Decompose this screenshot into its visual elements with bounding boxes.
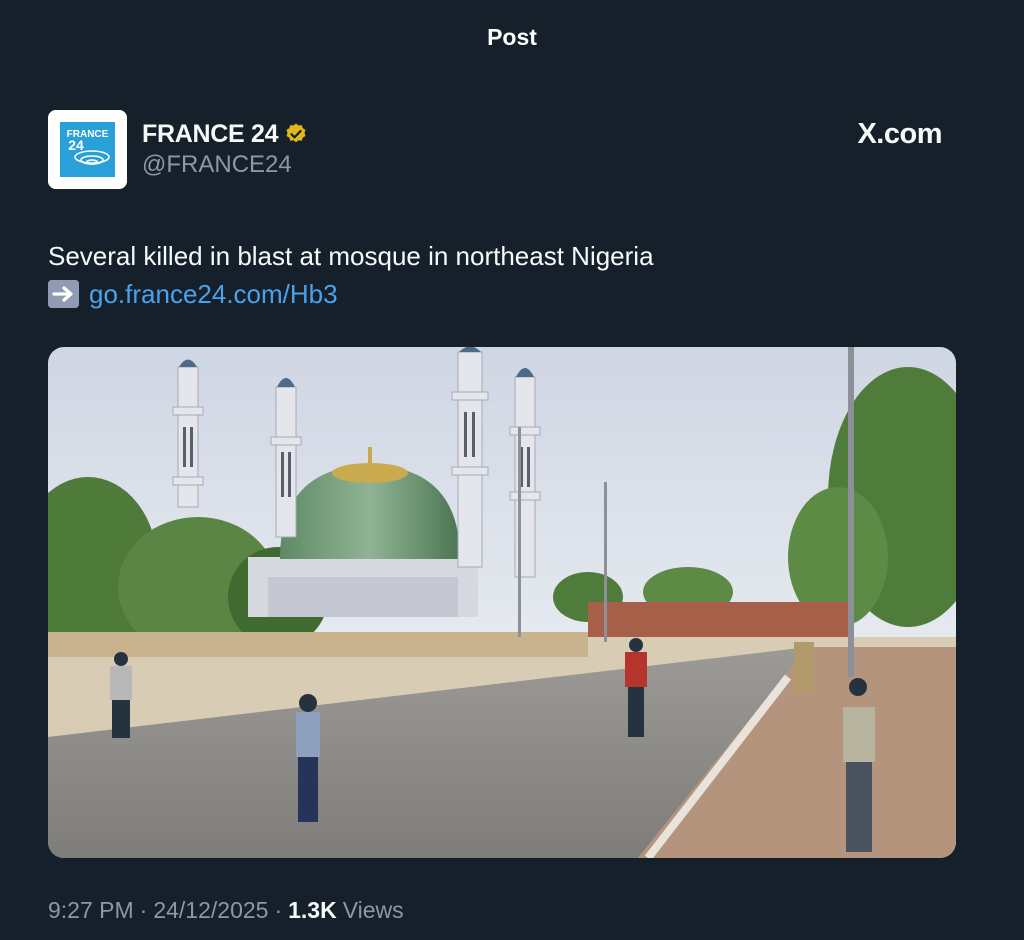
mosque-street-photo	[48, 347, 956, 858]
post-link-row: go.france24.com/Hb3	[48, 275, 948, 313]
author-name[interactable]: FRANCE 24	[142, 120, 279, 149]
post-meta: 9:27 PM · 24/12/2025 · 1.3K Views	[48, 897, 404, 924]
post-body: Several killed in blast at mosque in nor…	[48, 237, 948, 313]
views-label: Views	[342, 897, 404, 923]
x-logo-label: X.com	[857, 118, 942, 150]
post-link[interactable]: go.france24.com/Hb3	[89, 275, 338, 313]
post-image[interactable]	[48, 347, 956, 858]
avatar[interactable]: FRANCE 24	[48, 110, 127, 189]
svg-text:24: 24	[68, 137, 84, 153]
right-arrow-emoji-icon	[48, 280, 79, 308]
post-date[interactable]: 24/12/2025	[153, 897, 268, 924]
post-time[interactable]: 9:27 PM	[48, 897, 134, 924]
meta-separator: ·	[274, 897, 283, 923]
x-com-label: X.com	[857, 118, 942, 151]
page-title: Post	[487, 24, 537, 50]
author-handle[interactable]: @FRANCE24	[142, 151, 292, 179]
france24-logo-icon: FRANCE 24	[48, 110, 127, 189]
meta-separator: ·	[139, 897, 148, 923]
author-name-row[interactable]: FRANCE 24	[142, 118, 308, 150]
post-text: Several killed in blast at mosque in nor…	[48, 241, 654, 271]
verified-badge-icon	[286, 123, 306, 143]
views-count: 1.3K	[288, 897, 337, 923]
